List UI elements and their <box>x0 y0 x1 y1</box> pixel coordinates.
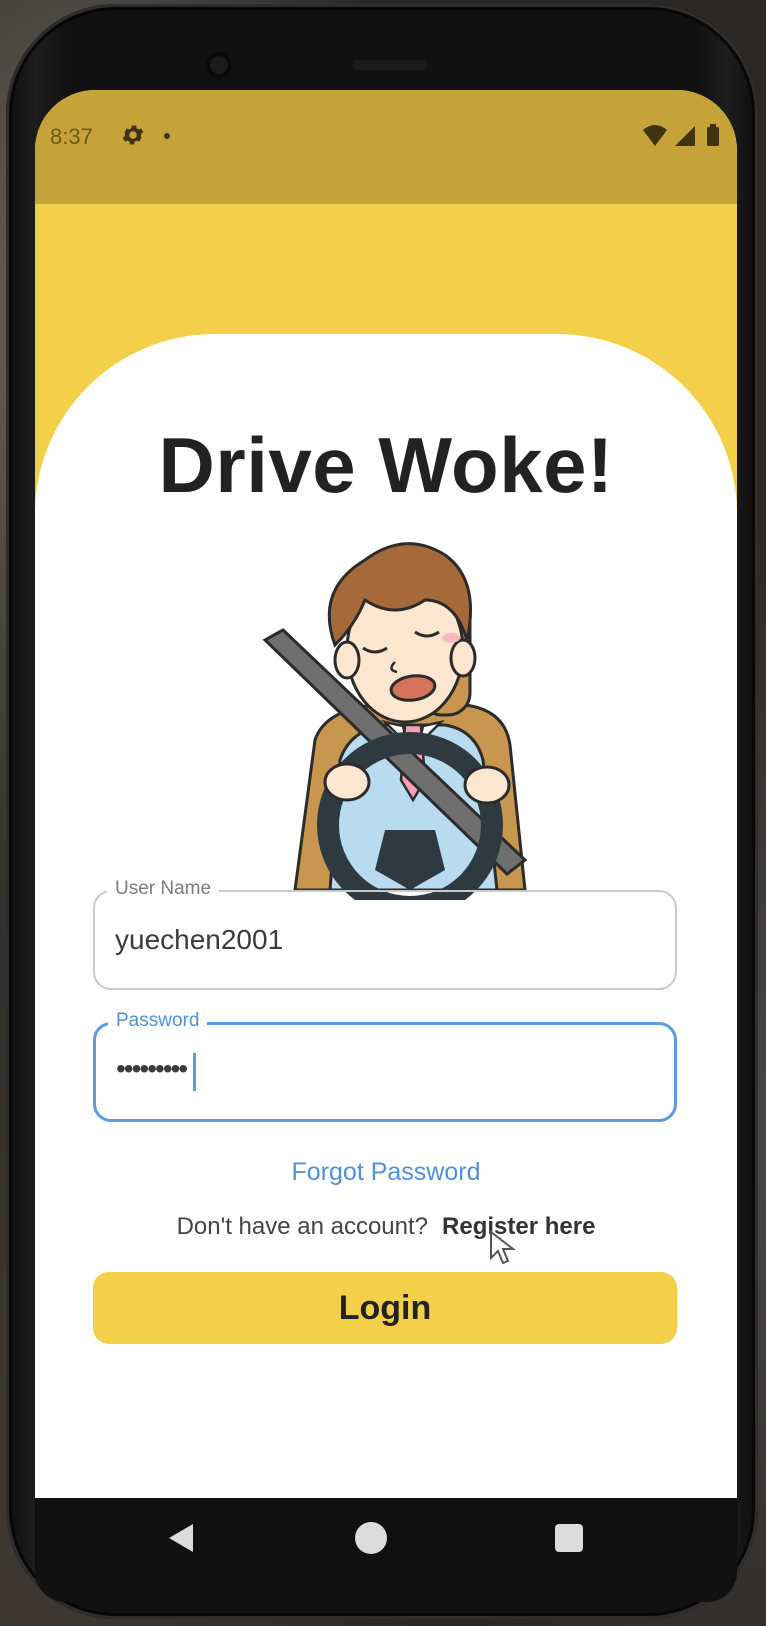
register-link[interactable]: Register here <box>442 1213 595 1240</box>
password-field[interactable]: Password ••••••••• <box>93 1010 677 1122</box>
status-bar: 8:37 <box>35 90 737 204</box>
mouse-pointer-icon <box>490 1230 516 1265</box>
notification-dot-icon <box>164 133 170 139</box>
username-input[interactable]: yuechen2001 <box>115 924 283 956</box>
wifi-icon <box>643 125 667 146</box>
register-row: Don't have an account? Register here <box>35 1213 737 1241</box>
gear-icon <box>122 125 144 145</box>
speaker-grille <box>352 60 428 70</box>
password-input[interactable]: ••••••••• <box>116 1053 188 1085</box>
app-title: Drive Woke! <box>158 421 614 509</box>
login-button[interactable]: Login <box>93 1272 677 1344</box>
text-cursor <box>193 1053 196 1091</box>
status-icons <box>643 124 719 146</box>
navigation-bar <box>35 1498 737 1572</box>
no-account-text: Don't have an account? <box>176 1213 429 1240</box>
username-field[interactable]: User Name yuechen2001 <box>93 878 677 990</box>
drowsy-driver-illustration <box>262 542 528 900</box>
username-label: User Name <box>107 878 220 900</box>
phone-bottom-bezel <box>35 1572 737 1602</box>
back-icon[interactable] <box>163 1520 199 1556</box>
status-time: 8:37 <box>50 124 93 149</box>
battery-icon <box>707 124 719 146</box>
forgot-password-link[interactable]: Forgot Password <box>35 1158 737 1187</box>
password-label: Password <box>108 1010 208 1032</box>
signal-icon <box>675 126 695 146</box>
app-screen: 8:37 Drive Woke! User Name yuechen2001 P… <box>35 90 737 1572</box>
recents-icon[interactable] <box>555 1524 583 1552</box>
camera-icon <box>206 52 232 78</box>
home-icon[interactable] <box>355 1522 387 1554</box>
